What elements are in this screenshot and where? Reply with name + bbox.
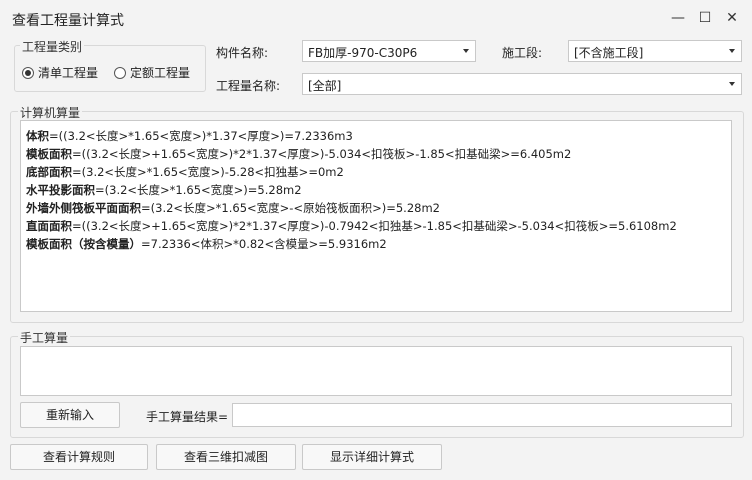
- manual-result-field[interactable]: [232, 403, 732, 427]
- calc-line: 模板面积（按含模量）=7.2336<体积>*0.82<含模量>=5.9316m2: [26, 235, 726, 253]
- component-label: 构件名称:: [216, 46, 269, 60]
- stage-select-value: [不含施工段]: [574, 46, 644, 60]
- close-icon[interactable]: ✕: [720, 6, 744, 30]
- calc-line-name: 体积: [26, 129, 49, 143]
- title-bar: 查看工程量计算式 — ☐ ✕: [0, 0, 752, 36]
- calc-line-expr: =((3.2<长度>+1.65<宽度>)*2*1.37<厚度>)-0.7942<…: [72, 219, 677, 233]
- component-select-value: FB加厚-970-C30P6: [308, 46, 418, 60]
- calc-line-name: 直面面积: [26, 219, 72, 233]
- view-rules-button[interactable]: 查看计算规则: [10, 444, 148, 470]
- radio-norm-quantity[interactable]: 定额工程量: [114, 64, 190, 81]
- calc-line-expr: =((3.2<长度>*1.65<宽度>)*1.37<厚度>)=7.2336m3: [49, 129, 353, 143]
- radio-list-quantity[interactable]: 清单工程量: [22, 64, 98, 81]
- stage-label: 施工段:: [502, 46, 543, 60]
- minimize-icon[interactable]: —: [666, 6, 690, 30]
- calc-line: 水平投影面积=(3.2<长度>*1.65<宽度>)=5.28m2: [26, 181, 726, 199]
- show-detail-button[interactable]: 显示详细计算式: [302, 444, 442, 470]
- quantity-name-select[interactable]: [全部]: [302, 73, 742, 95]
- reenter-button[interactable]: 重新输入: [20, 402, 120, 428]
- radio-unselected-icon: [114, 66, 126, 79]
- radio-label-list-quantity: 清单工程量: [38, 66, 99, 80]
- calc-line-name: 模板面积（按含模量）: [26, 237, 141, 251]
- component-select[interactable]: FB加厚-970-C30P6: [302, 40, 476, 62]
- chevron-down-icon: [729, 49, 735, 53]
- calc-line-expr: =7.2336<体积>*0.82<含模量>=5.9316m2: [141, 237, 387, 251]
- calc-line-expr: =(3.2<长度>*1.65<宽度>-<原始筏板面积>)=5.28m2: [141, 201, 440, 215]
- stage-select[interactable]: [不含施工段]: [568, 40, 742, 62]
- manual-result-label: 手工算量结果=: [146, 410, 229, 424]
- window-title: 查看工程量计算式: [12, 13, 124, 29]
- manual-calc-input[interactable]: [20, 346, 732, 396]
- calc-line-name: 外墙外侧筏板平面面积: [26, 201, 141, 215]
- calc-line-name: 底部面积: [26, 165, 72, 179]
- quantity-name-select-value: [全部]: [308, 79, 342, 93]
- computer-calc-legend: 计算机算量: [18, 104, 83, 121]
- calc-line-name: 模板面积: [26, 147, 72, 161]
- quantity-type-legend: 工程量类别: [20, 38, 85, 55]
- calc-line: 体积=((3.2<长度>*1.65<宽度>)*1.37<厚度>)=7.2336m…: [26, 127, 726, 145]
- manual-calc-legend: 手工算量: [18, 329, 71, 346]
- computer-calc-output[interactable]: 体积=((3.2<长度>*1.65<宽度>)*1.37<厚度>)=7.2336m…: [20, 120, 732, 312]
- calc-line: 直面面积=((3.2<长度>+1.65<宽度>)*2*1.37<厚度>)-0.7…: [26, 217, 726, 235]
- radio-selected-icon: [22, 66, 34, 79]
- calc-line: 模板面积=((3.2<长度>+1.65<宽度>)*2*1.37<厚度>)-5.0…: [26, 145, 726, 163]
- quantity-name-label: 工程量名称:: [216, 79, 281, 93]
- calc-line-expr: =(3.2<长度>*1.65<宽度>)=5.28m2: [95, 183, 302, 197]
- chevron-down-icon: [729, 82, 735, 86]
- chevron-down-icon: [463, 49, 469, 53]
- maximize-icon[interactable]: ☐: [693, 6, 717, 30]
- calc-line: 底部面积=(3.2<长度>*1.65<宽度>)-5.28<扣独基>=0m2: [26, 163, 726, 181]
- calc-line-name: 水平投影面积: [26, 183, 95, 197]
- calc-line-expr: =(3.2<长度>*1.65<宽度>)-5.28<扣独基>=0m2: [72, 165, 344, 179]
- calc-line: 外墙外侧筏板平面面积=(3.2<长度>*1.65<宽度>-<原始筏板面积>)=5…: [26, 199, 726, 217]
- radio-label-norm-quantity: 定额工程量: [130, 66, 191, 80]
- calc-line-expr: =((3.2<长度>+1.65<宽度>)*2*1.37<厚度>)-5.034<扣…: [72, 147, 572, 161]
- view-3d-button[interactable]: 查看三维扣减图: [156, 444, 296, 470]
